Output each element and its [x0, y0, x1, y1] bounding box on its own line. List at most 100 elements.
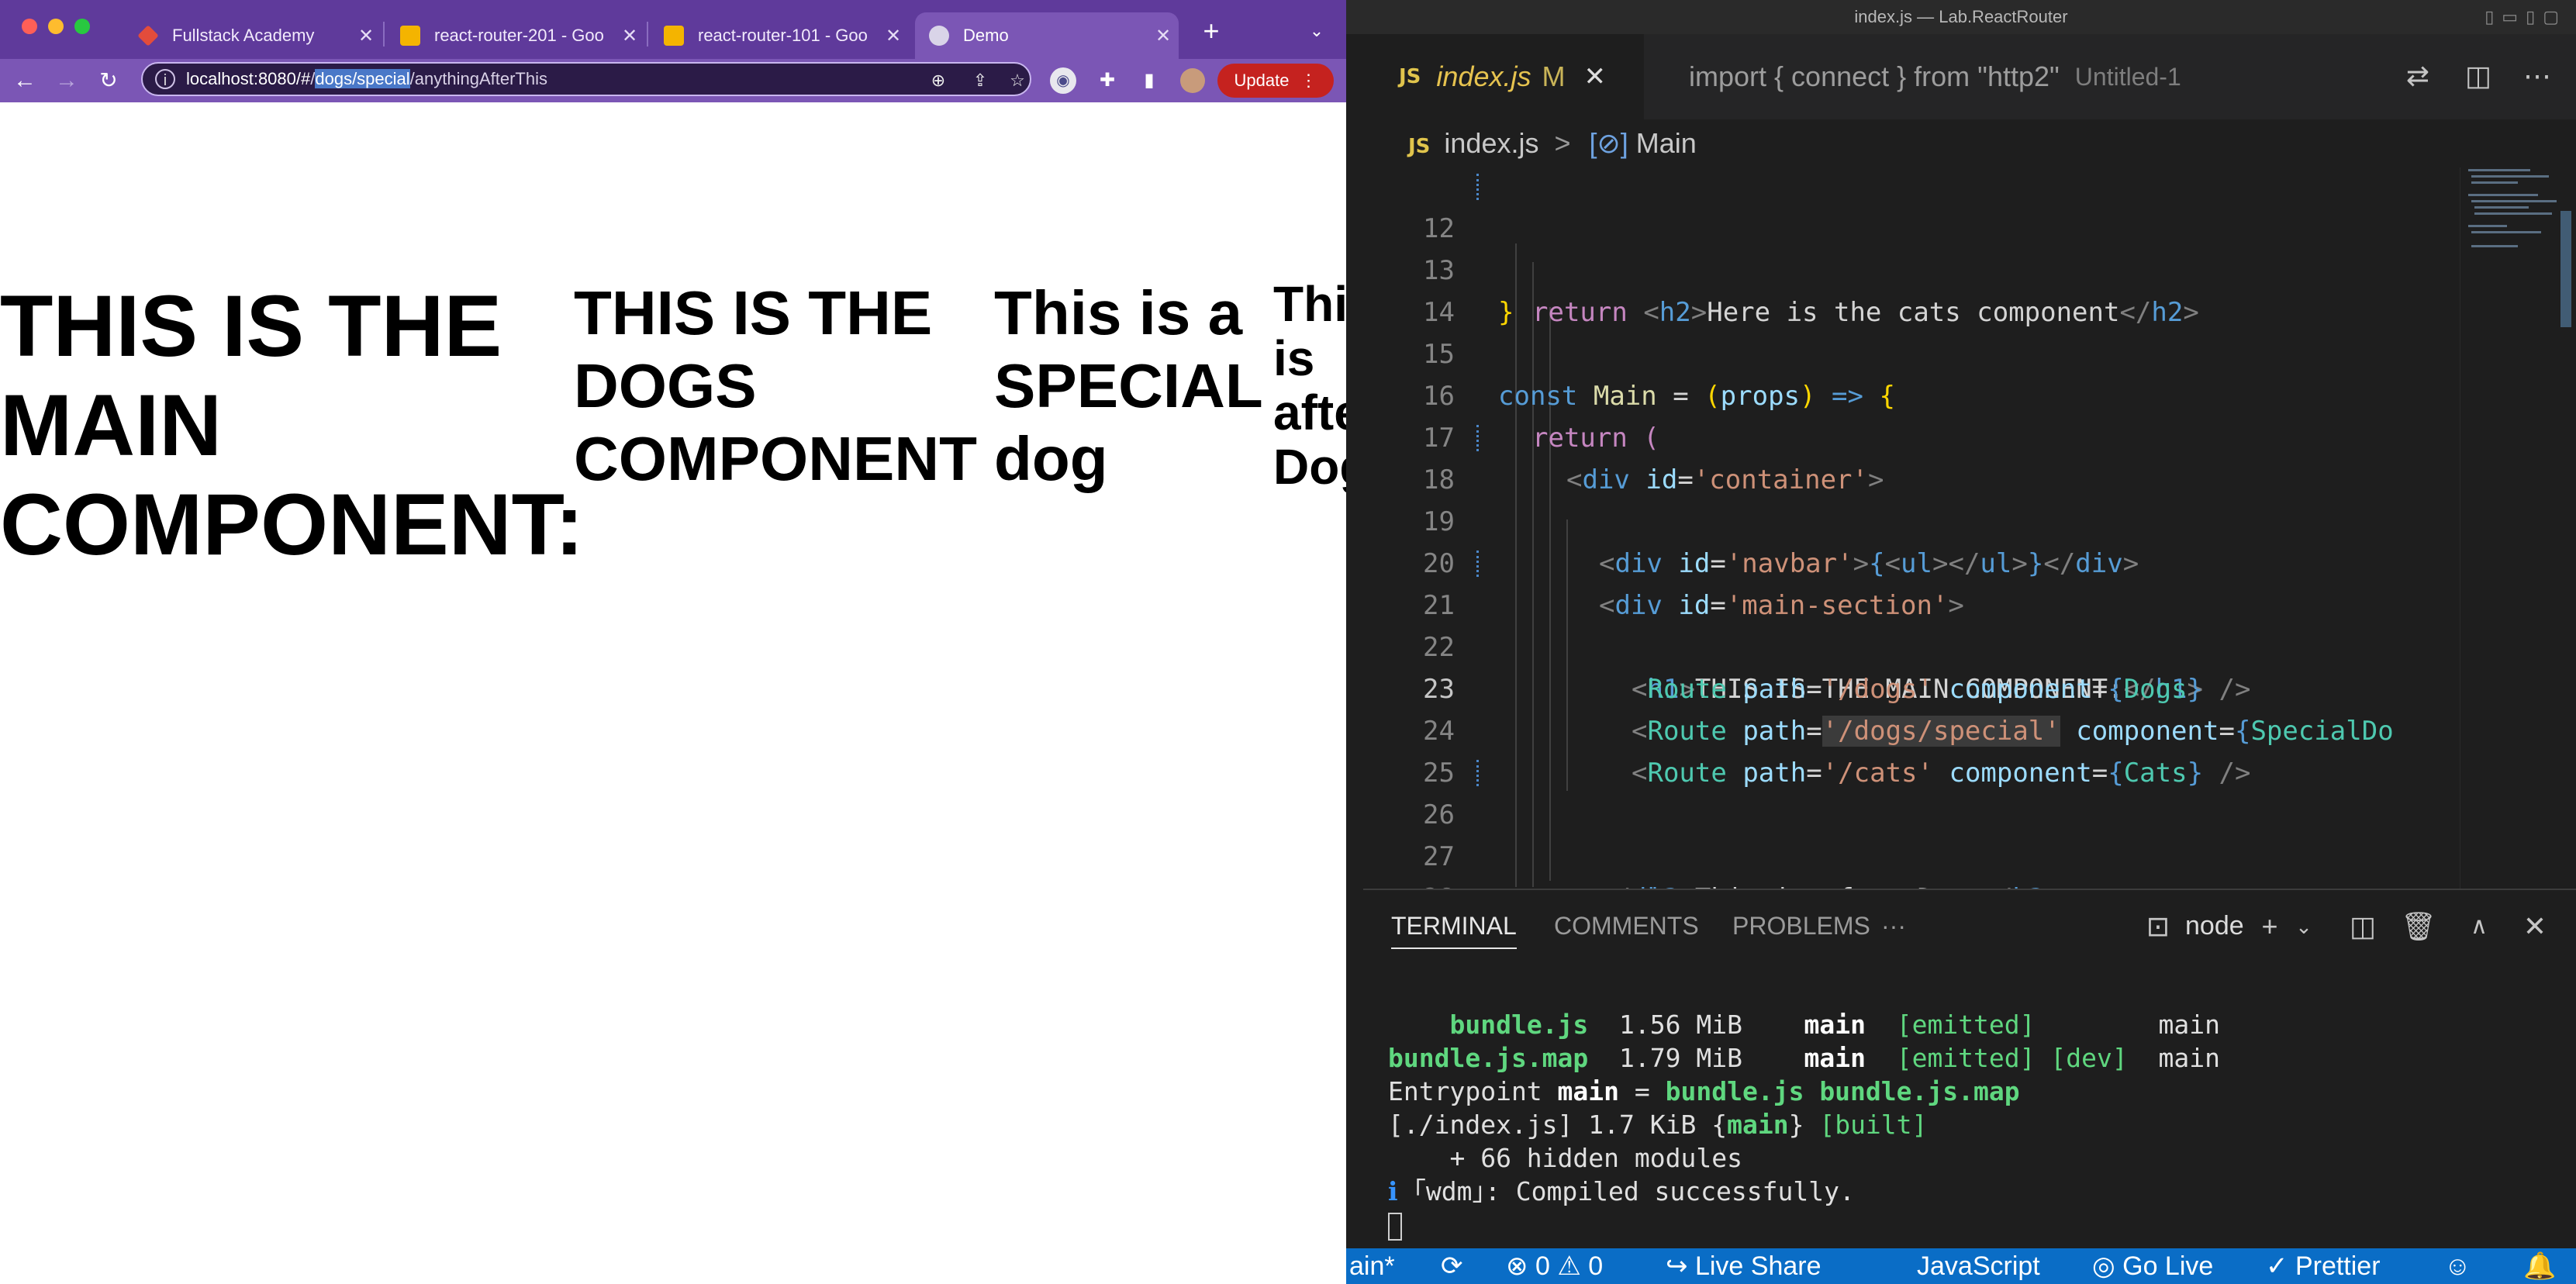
status-prettier[interactable]: ✓ Prettier: [2266, 1248, 2381, 1284]
more-actions-icon[interactable]: ⋯: [2519, 57, 2556, 95]
code-line: 14: [1423, 297, 1455, 328]
terminal-name[interactable]: node: [2185, 890, 2244, 961]
breadcrumb-symbol[interactable]: Main: [1636, 127, 1697, 159]
close-window-button[interactable]: [22, 19, 37, 34]
tab-index-js[interactable]: JS index.js M ✕: [1363, 34, 1644, 119]
zoom-window-button[interactable]: [74, 19, 90, 34]
address-bar[interactable]: i localhost:8080/#/dogs/special/anything…: [141, 62, 1031, 96]
tab-title: Fullstack Academy: [172, 26, 315, 45]
code-line: 21 <h1>THIS IS THE MAIN COMPONENT:</h1>: [1363, 543, 2576, 705]
extension-compass-icon[interactable]: ◉: [1050, 67, 1076, 94]
code-line: 24 <Route path='/cats' component={Cats} …: [1423, 716, 2251, 789]
source-control-compare-icon[interactable]: ⇄: [2399, 57, 2436, 95]
tab-title: react-router-101 - Goo: [698, 26, 868, 45]
notifications-bell-icon[interactable]: 🔔: [2523, 1248, 2556, 1284]
status-problems[interactable]: ⊗ 0 ⚠ 0: [1506, 1248, 1603, 1284]
terminal-output[interactable]: bundle.js 1.56 MiB main [emitted] main b…: [1388, 1008, 2220, 1241]
code-line: 15 const Main = (props) => {: [1423, 339, 1895, 412]
editor-scrollbar[interactable]: [2560, 211, 2571, 327]
window-title: index.js — Lab.ReactRouter: [1854, 7, 2068, 26]
modified-gutter-mark: [1476, 425, 1483, 451]
google-slides-favicon-icon: [664, 26, 684, 46]
tab-search-chevron-icon[interactable]: ⌄: [1300, 14, 1334, 48]
page-content: THIS IS THE MAIN COMPONENT: THIS IS THE …: [0, 102, 1346, 1284]
maximize-panel-icon[interactable]: ∧: [2460, 907, 2498, 946]
reload-icon[interactable]: ↻: [92, 64, 126, 98]
browser-tab-bar: Fullstack Academy ✕ react-router-201 - G…: [0, 0, 1346, 59]
vscode-title-bar: index.js — Lab.ReactRouter ▯▭▯▢: [1346, 0, 2576, 34]
terminal-line: bundle.js 1.56 MiB main [emitted] main: [1449, 1010, 2220, 1040]
tab-terminal[interactable]: TERMINAL: [1391, 890, 1517, 961]
code-editor[interactable]: 12 return <h2>Here is the cats component…: [1363, 167, 2576, 889]
close-tab-icon[interactable]: ✕: [878, 25, 909, 47]
layout-toggle-icons[interactable]: ▯▭▯▢: [2484, 0, 2567, 34]
minimap[interactable]: [2460, 167, 2576, 889]
code-line: 18 <div id='navbar'>{<ul></ul>}</div>: [1363, 417, 2576, 579]
close-tab-icon[interactable]: ✕: [1583, 61, 1606, 92]
minimize-window-button[interactable]: [48, 19, 64, 34]
update-button[interactable]: Update ⋮: [1217, 64, 1334, 98]
browser-toolbar: ← → ↻ i localhost:8080/#/dogs/special/an…: [0, 59, 1346, 102]
new-tab-button[interactable]: +: [1194, 14, 1228, 48]
symbol-variable-icon: [⊘]: [1589, 127, 1628, 159]
terminal-line: Entrypoint main = bundle.js bundle.js.ma…: [1388, 1076, 2020, 1106]
close-tab-icon[interactable]: ✕: [1148, 25, 1179, 47]
sync-icon[interactable]: ⟳: [1441, 1248, 1463, 1284]
error-icon: ⊗: [1506, 1251, 1528, 1281]
close-tab-icon[interactable]: ✕: [350, 25, 382, 47]
browser-tab-react-router-101[interactable]: react-router-101 - Goo ✕: [650, 12, 909, 59]
warning-icon: ⚠: [1557, 1251, 1581, 1281]
tab-problems[interactable]: PROBLEMS: [1732, 890, 1870, 961]
terminal-line: + 66 hidden modules: [1388, 1143, 1742, 1173]
browser-tab-react-router-201[interactable]: react-router-201 - Goo ✕: [386, 12, 645, 59]
browser-tab-demo[interactable]: Demo ✕: [915, 12, 1179, 59]
broadcast-icon: ◎: [2092, 1251, 2115, 1281]
bookmark-star-icon[interactable]: ☆: [1005, 68, 1030, 93]
breadcrumb-separator: >: [1554, 127, 1571, 159]
url-text[interactable]: localhost:8080/#/dogs/special/anythingAf…: [186, 64, 547, 95]
extensions-puzzle-icon[interactable]: ✚: [1092, 65, 1123, 96]
panel-more-icon[interactable]: ···: [1881, 890, 1906, 961]
new-terminal-icon[interactable]: +: [2250, 907, 2289, 946]
tab-untitled-1[interactable]: import { connect } from "http2" Untitled…: [1673, 34, 2181, 119]
share-icon[interactable]: ⇪: [968, 68, 993, 93]
code-line: 17 <div id='container'>: [1423, 423, 1884, 495]
zoom-icon[interactable]: ⊕: [926, 68, 951, 93]
split-terminal-icon[interactable]: ◫: [2343, 907, 2382, 946]
tab-subtitle: Untitled-1: [2074, 62, 2181, 91]
close-tab-icon[interactable]: ✕: [614, 25, 645, 47]
tab-title: react-router-201 - Goo: [434, 26, 604, 45]
live-share-icon: ↪: [1666, 1251, 1688, 1281]
site-info-icon[interactable]: i: [155, 69, 175, 89]
code-line: 25: [1423, 758, 1455, 789]
breadcrumb-file[interactable]: index.js: [1444, 127, 1538, 159]
code-line: 20 <div id='main-section'>: [1423, 548, 1964, 621]
dogs-component-heading: THIS IS THE DOGS COMPONENT: [574, 278, 977, 493]
status-branch[interactable]: ain*: [1349, 1248, 1395, 1284]
status-language[interactable]: JavaScript: [1917, 1248, 2040, 1284]
chevron-down-icon[interactable]: ⌄: [2284, 907, 2323, 946]
code-line: 22 <Route path='/dogs' component={Dogs} …: [1423, 632, 2251, 705]
tab-separator: [647, 22, 648, 47]
forward-arrow-icon[interactable]: →: [50, 64, 84, 98]
code-line: 27 </div>: [1423, 841, 1694, 889]
side-panel-icon[interactable]: ▮: [1134, 65, 1165, 96]
status-live-share[interactable]: ↪ Live Share: [1666, 1248, 1822, 1284]
feedback-icon[interactable]: ☺: [2444, 1248, 2471, 1284]
avatar[interactable]: [1180, 68, 1205, 93]
after-dogs-heading: This is after Dogs: [1273, 276, 1346, 495]
main-component-heading: THIS IS THE MAIN COMPONENT:: [0, 278, 584, 573]
modified-gutter-mark: [1476, 760, 1483, 786]
tab-separator: [383, 22, 385, 47]
modified-badge: M: [1542, 60, 1566, 92]
back-arrow-icon[interactable]: ←: [8, 64, 42, 98]
globe-icon: [929, 26, 949, 46]
trash-icon[interactable]: 🗑: [2399, 907, 2438, 946]
tab-filename: import { connect } from "http2": [1689, 60, 2060, 92]
split-editor-icon[interactable]: ◫: [2460, 57, 2497, 95]
terminal-line: [./index.js] 1.7 KiB {main} [built]: [1388, 1110, 1928, 1140]
browser-tab-fullstack[interactable]: Fullstack Academy ✕: [124, 12, 382, 59]
close-panel-icon[interactable]: ✕: [2516, 907, 2554, 946]
tab-comments[interactable]: COMMENTS: [1554, 890, 1699, 961]
status-go-live[interactable]: ◎ Go Live: [2092, 1248, 2213, 1284]
